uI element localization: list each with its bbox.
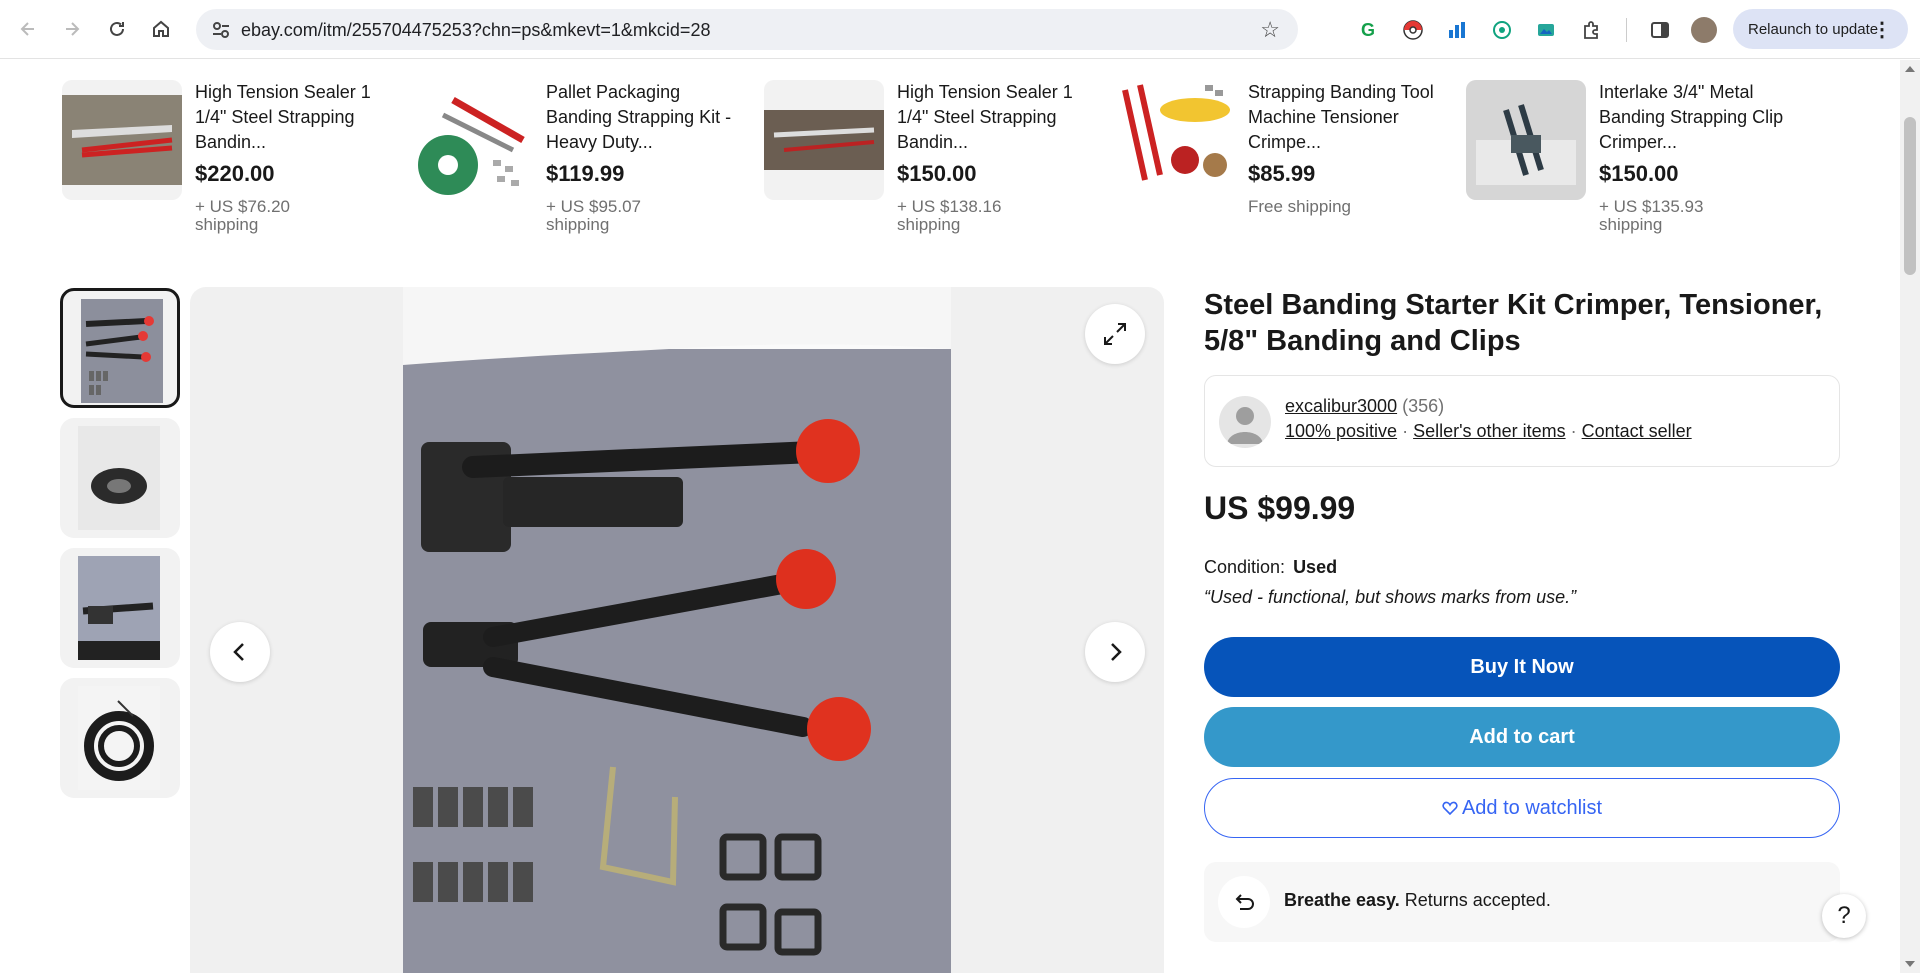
gallery-thumbnail[interactable] bbox=[60, 418, 180, 538]
buy-it-now-button[interactable]: Buy It Now bbox=[1204, 637, 1840, 697]
contact-seller-link[interactable]: Contact seller bbox=[1582, 421, 1692, 441]
condition-label: Condition: bbox=[1204, 557, 1286, 577]
seller-name-link[interactable]: excalibur3000 bbox=[1285, 396, 1397, 416]
gallery-thumbnail[interactable] bbox=[60, 288, 180, 408]
returns-bold: Breathe easy. bbox=[1284, 890, 1400, 910]
related-item-shipping: + US $76.20 shipping bbox=[195, 197, 290, 234]
seller-avatar[interactable] bbox=[1219, 396, 1271, 448]
add-to-cart-button[interactable]: Add to cart bbox=[1204, 707, 1840, 767]
expand-icon bbox=[1104, 323, 1126, 345]
related-item-image[interactable] bbox=[62, 80, 182, 200]
separator-dot: · bbox=[1402, 421, 1414, 441]
chevron-right-icon bbox=[1111, 643, 1122, 661]
add-to-watchlist-label: Add to watchlist bbox=[1461, 796, 1603, 819]
related-item-image[interactable] bbox=[413, 80, 533, 200]
reload-icon[interactable] bbox=[103, 15, 131, 43]
bookmark-star-icon[interactable]: ☆ bbox=[1260, 17, 1280, 43]
related-item-shipping: + US $135.93 shipping bbox=[1599, 197, 1704, 234]
returns-banner: Breathe easy. Returns accepted. bbox=[1204, 862, 1840, 942]
related-item-title[interactable]: High Tension Sealer 1 1/4" Steel Strappi… bbox=[195, 80, 385, 155]
next-image-button[interactable] bbox=[1085, 622, 1145, 682]
product-details: Steel Banding Starter Kit Crimper, Tensi… bbox=[1204, 287, 1840, 942]
related-item-price: $220.00 bbox=[195, 161, 275, 186]
related-item-price: $119.99 bbox=[546, 161, 625, 186]
toolbar-divider bbox=[1626, 18, 1627, 42]
related-item-price: $85.99 bbox=[1248, 161, 1316, 186]
extensions-puzzle-icon[interactable] bbox=[1578, 17, 1604, 43]
return-arrow-icon bbox=[1218, 876, 1270, 928]
related-item[interactable]: Pallet Packaging Banding Strapping Kit -… bbox=[413, 80, 753, 240]
condition-value: Used bbox=[1293, 557, 1338, 577]
related-item[interactable]: High Tension Sealer 1 1/4" Steel Strappi… bbox=[62, 80, 402, 240]
related-item[interactable]: Interlake 3/4" Metal Banding Strapping C… bbox=[1466, 80, 1806, 240]
scroll-up-icon[interactable] bbox=[1905, 66, 1915, 72]
product-photo[interactable] bbox=[403, 287, 951, 973]
pokeball-extension-icon[interactable] bbox=[1400, 17, 1426, 43]
url-text: ebay.com/itm/255704475253?chn=ps&mkevt=1… bbox=[241, 20, 711, 40]
heart-icon bbox=[1442, 801, 1458, 816]
seller-other-items-link[interactable]: Seller's other items bbox=[1413, 421, 1566, 441]
browser-toolbar: ebay.com/itm/255704475253?chn=ps&mkevt=1… bbox=[0, 0, 1920, 59]
relaunch-button[interactable]: Relaunch to update ⋮ bbox=[1733, 9, 1908, 49]
related-item-image[interactable] bbox=[1115, 80, 1235, 200]
relaunch-label: Relaunch to update bbox=[1748, 20, 1879, 38]
add-to-watchlist-button[interactable]: Add to watchlist bbox=[1204, 778, 1840, 838]
seller-links: 100% positive · Seller's other items · C… bbox=[1285, 421, 1692, 442]
related-item-image[interactable] bbox=[1466, 80, 1586, 200]
related-item-shipping: + US $95.07 shipping bbox=[546, 197, 641, 234]
related-item[interactable]: Strapping Banding Tool Machine Tensioner… bbox=[1115, 80, 1455, 240]
scroll-down-icon[interactable] bbox=[1905, 961, 1915, 967]
scrollbar[interactable] bbox=[1900, 60, 1920, 973]
related-item[interactable]: High Tension Sealer 1 1/4" Steel Strappi… bbox=[764, 80, 1104, 240]
image-extension-icon[interactable] bbox=[1533, 17, 1559, 43]
related-item-title[interactable]: Interlake 3/4" Metal Banding Strapping C… bbox=[1599, 80, 1789, 155]
address-bar[interactable]: ebay.com/itm/255704475253?chn=ps&mkevt=1… bbox=[196, 9, 1298, 50]
home-icon[interactable] bbox=[147, 15, 175, 43]
page-content: High Tension Sealer 1 1/4" Steel Strappi… bbox=[0, 60, 1900, 973]
ai-extension-icon[interactable] bbox=[1489, 17, 1515, 43]
condition-row: Condition: Used bbox=[1204, 557, 1337, 578]
related-item-price: $150.00 bbox=[1599, 161, 1679, 186]
gallery-thumbnail[interactable] bbox=[60, 678, 180, 798]
help-button[interactable]: ? bbox=[1822, 894, 1866, 938]
chart-extension-icon[interactable] bbox=[1444, 17, 1470, 43]
related-item-title[interactable]: High Tension Sealer 1 1/4" Steel Strappi… bbox=[897, 80, 1087, 155]
site-info-icon[interactable] bbox=[210, 19, 232, 41]
menu-dots-icon: ⋮ bbox=[1872, 19, 1892, 41]
expand-image-button[interactable] bbox=[1085, 304, 1145, 364]
separator-dot: · bbox=[1570, 421, 1582, 441]
grammarly-extension-icon[interactable]: G bbox=[1355, 17, 1381, 43]
related-item-title[interactable]: Strapping Banding Tool Machine Tensioner… bbox=[1248, 80, 1438, 155]
related-item-image[interactable] bbox=[764, 80, 884, 200]
related-item-title[interactable]: Pallet Packaging Banding Strapping Kit -… bbox=[546, 80, 736, 155]
back-icon[interactable] bbox=[14, 15, 42, 43]
related-item-price: $150.00 bbox=[897, 161, 977, 186]
seller-name-row: excalibur3000 (356) bbox=[1285, 396, 1444, 417]
chevron-left-icon bbox=[233, 643, 244, 661]
related-item-shipping: Free shipping bbox=[1248, 197, 1352, 216]
product-price: US $99.99 bbox=[1204, 490, 1356, 526]
product-title: Steel Banding Starter Kit Crimper, Tensi… bbox=[1204, 289, 1823, 357]
seller-feedback-count: (356) bbox=[1402, 396, 1445, 416]
returns-rest: Returns accepted. bbox=[1399, 890, 1551, 910]
condition-description: “Used - functional, but shows marks from… bbox=[1204, 587, 1577, 607]
related-item-shipping: + US $138.16 shipping bbox=[897, 197, 1002, 234]
sidebar-icon[interactable] bbox=[1647, 17, 1673, 43]
main-product-image[interactable] bbox=[190, 287, 1164, 973]
forward-icon[interactable] bbox=[58, 15, 86, 43]
seller-positive-link[interactable]: 100% positive bbox=[1285, 421, 1397, 441]
returns-text: Breathe easy. Returns accepted. bbox=[1284, 890, 1551, 911]
scrollbar-thumb[interactable] bbox=[1904, 117, 1916, 275]
previous-image-button[interactable] bbox=[210, 622, 270, 682]
gallery-thumbnail[interactable] bbox=[60, 548, 180, 668]
profile-avatar[interactable] bbox=[1691, 17, 1717, 43]
seller-card: excalibur3000 (356) 100% positive · Sell… bbox=[1204, 375, 1840, 467]
